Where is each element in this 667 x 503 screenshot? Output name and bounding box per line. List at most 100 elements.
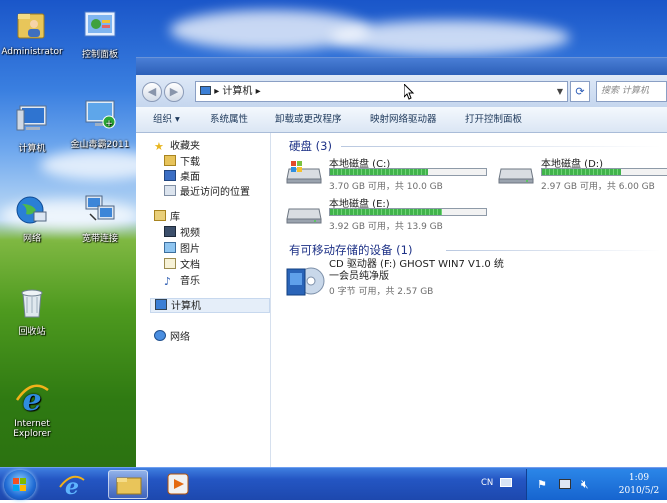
usage-bar: [541, 168, 667, 176]
removable-storage-header[interactable]: 有可移动存储的设备 (1): [289, 242, 412, 258]
recent-places-icon: [164, 185, 176, 196]
desktop-icon-label: 控制面板: [81, 50, 118, 60]
explorer-window: ◀ ▶ ▸ 计算机 ▸ ▼ ⟳ 搜索 计算机 组织 ▾ 系统属性 卸载或更改程序…: [136, 57, 667, 468]
user-folder-icon: [14, 8, 50, 44]
address-separator: ▸: [214, 86, 220, 97]
cd-drive-name-line1: CD 驱动器 (F:) GHOST WIN7 V1.0 统: [329, 259, 504, 270]
navigation-pane: ★ 收藏夹 下载 桌面 最近访问的位置 库 视频 图片 文档 ♪ 音乐 计算机 网络: [136, 133, 271, 468]
action-center-flag-icon[interactable]: ⚑: [537, 478, 547, 491]
desktop-icon-administrator[interactable]: Administrator: [0, 8, 64, 57]
desktop-icon-label: 宽带连接: [81, 234, 118, 244]
taskbar-ie-button[interactable]: e: [52, 470, 92, 500]
drive-free-space: 3.70 GB 可用，共 10.0 GB: [329, 182, 443, 192]
document-icon: [164, 258, 176, 269]
drive-f-cd[interactable]: CD 驱动器 (F:) GHOST WIN7 V1.0 统 一会员纯净版 0 字…: [285, 259, 515, 299]
address-trail-arrow[interactable]: ▸: [256, 86, 261, 97]
uninstall-program-button[interactable]: 卸载或更改程序: [275, 107, 342, 133]
hard-disk-icon: [285, 199, 323, 225]
desktop-icon-label: 回收站: [18, 327, 46, 337]
desktop-icon-broadband[interactable]: 宽带连接: [68, 192, 132, 244]
desktop-icon-label: 网络: [22, 234, 41, 244]
usage-fill: [542, 169, 621, 175]
desktop-icon-control-panel[interactable]: 控制面板: [68, 8, 132, 60]
map-network-drive-button[interactable]: 映射网络驱动器: [370, 107, 437, 133]
svg-text:+: +: [105, 119, 113, 129]
hard-disks-header[interactable]: 硬盘 (3): [289, 138, 332, 154]
desktop-folder-icon: [164, 170, 176, 181]
taskbar-explorer-button[interactable]: [108, 470, 148, 499]
volume-muted-icon[interactable]: 🔇︎: [581, 477, 589, 492]
system-tray: ⚑ 🔇︎ 1:09 2010/5/2: [526, 469, 667, 500]
nav-computer[interactable]: 计算机: [150, 298, 270, 313]
refresh-icon[interactable]: ⟳: [570, 81, 590, 102]
drive-e[interactable]: 本地磁盘 (E:) 3.92 GB 可用，共 13.9 GB: [285, 195, 487, 233]
library-icon: [154, 210, 166, 221]
mouse-cursor: [403, 82, 415, 103]
address-field[interactable]: ▸ 计算机 ▸ ▼: [195, 81, 568, 102]
drive-free-space: 2.97 GB 可用，共 6.00 GB: [541, 182, 655, 192]
keyboard-icon[interactable]: [500, 478, 512, 487]
broadband-icon: [82, 192, 118, 228]
nav-recent[interactable]: 最近访问的位置: [164, 185, 250, 200]
command-bar: 组织 ▾ 系统属性 卸载或更改程序 映射网络驱动器 打开控制面板: [136, 107, 667, 133]
network-status-icon[interactable]: [559, 479, 571, 489]
folder-icon: [116, 477, 142, 495]
antivirus-icon: +: [82, 98, 118, 134]
nav-videos[interactable]: 视频: [164, 226, 200, 241]
hard-disk-windows-icon: [285, 159, 323, 185]
music-icon: ♪: [164, 275, 172, 288]
start-button[interactable]: [4, 470, 36, 500]
picture-icon: [164, 242, 176, 253]
recycle-bin-icon: [14, 285, 50, 321]
section-divider: [341, 146, 661, 147]
address-dropdown-icon[interactable]: ▼: [553, 82, 567, 101]
back-button[interactable]: ◀: [142, 82, 162, 102]
desktop-icon-label: Administrator: [1, 47, 63, 57]
address-path[interactable]: 计算机: [222, 86, 252, 97]
section-divider: [446, 250, 661, 251]
window-titlebar[interactable]: [136, 58, 667, 75]
nav-desktop[interactable]: 桌面: [164, 170, 200, 185]
open-control-panel-button[interactable]: 打开控制面板: [465, 107, 522, 133]
usage-bar: [329, 208, 487, 216]
nav-network[interactable]: 网络: [154, 330, 190, 345]
usage-bar: [329, 168, 487, 176]
nav-downloads[interactable]: 下载: [164, 155, 200, 170]
drive-d[interactable]: 本地磁盘 (D:) 2.97 GB 可用，共 6.00 GB: [497, 155, 667, 193]
nav-favorites[interactable]: ★ 收藏夹: [154, 139, 200, 154]
desktop-icon-recycle-bin[interactable]: 回收站: [0, 285, 64, 337]
usage-fill: [330, 169, 429, 175]
nav-music[interactable]: ♪ 音乐: [164, 274, 200, 289]
cd-drive-free-space: 0 字节 可用，共 2.57 GB: [329, 287, 434, 297]
nav-pictures[interactable]: 图片: [164, 242, 200, 257]
nav-libraries[interactable]: 库: [154, 210, 180, 225]
system-properties-button[interactable]: 系统属性: [210, 107, 248, 133]
video-icon: [164, 226, 176, 237]
search-input[interactable]: 搜索 计算机: [596, 81, 667, 102]
downloads-folder-icon: [164, 155, 176, 166]
svg-text:e: e: [22, 383, 41, 416]
ie-icon: e: [59, 474, 85, 500]
address-bar-area: ◀ ▶ ▸ 计算机 ▸ ▼ ⟳ 搜索 计算机: [136, 75, 667, 107]
desktop-icon-antivirus[interactable]: + 金山毒霸2011: [68, 98, 132, 150]
content-pane: 硬盘 (3) 本地磁盘 (C:) 3.70 GB 可用，共 10.0 GB 本地…: [271, 133, 667, 468]
cd-drive-icon: [285, 263, 325, 299]
computer-small-icon: [200, 86, 211, 95]
desktop-icon-computer[interactable]: 计算机: [0, 102, 64, 154]
drive-c[interactable]: 本地磁盘 (C:) 3.70 GB 可用，共 10.0 GB: [285, 155, 487, 193]
desktop-icon-label: 金山毒霸2011: [70, 140, 130, 150]
cd-drive-name-line2: 一会员纯净版: [329, 271, 389, 282]
hard-disk-icon: [497, 159, 535, 185]
desktop-icon-internet-explorer[interactable]: e Internet Explorer: [0, 380, 64, 439]
taskbar: e CN ⚑ 🔇︎ 1:09 2010/5/2: [0, 467, 667, 500]
desktop-icon-network[interactable]: 网络: [0, 192, 64, 244]
organize-button[interactable]: 组织 ▾: [153, 107, 180, 133]
star-icon: ★: [154, 140, 164, 153]
clock[interactable]: 1:09 2010/5/2: [611, 472, 667, 498]
taskbar-media-button[interactable]: [158, 470, 198, 499]
language-indicator[interactable]: CN: [481, 478, 493, 488]
nav-documents[interactable]: 文档: [164, 258, 200, 273]
network-icon: [14, 192, 50, 228]
control-panel-icon: [82, 8, 118, 44]
forward-button[interactable]: ▶: [164, 82, 184, 102]
